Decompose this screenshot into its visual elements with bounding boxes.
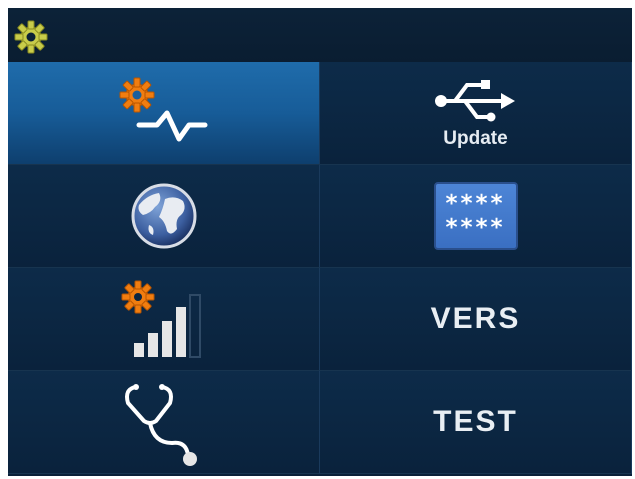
menu-item-signal-settings[interactable] (8, 268, 320, 371)
menu-item-password[interactable]: **** **** (320, 165, 632, 268)
gear-icon[interactable] (14, 20, 48, 54)
menu-item-diagnostics[interactable] (8, 371, 320, 474)
stethoscope-icon (124, 384, 197, 466)
menu-item-network[interactable] (8, 165, 320, 268)
gear-signal-bars-icon (121, 280, 201, 358)
menu-grid: Update **** **** VERS TEST (8, 62, 632, 476)
menu-item-update[interactable]: Update (320, 62, 632, 165)
menu-item-sensor-settings[interactable] (8, 62, 320, 165)
gear-signal-icon (119, 77, 207, 142)
usb-icon (434, 80, 515, 122)
device-screen: Update **** **** VERS TEST (8, 8, 632, 476)
menu-item-test[interactable]: TEST (320, 371, 632, 474)
password-row: **** (445, 215, 506, 241)
menu-item-version[interactable]: VERS (320, 268, 632, 371)
globe-icon (131, 183, 196, 249)
top-bar (8, 8, 632, 62)
update-label: Update (443, 128, 508, 149)
version-label: VERS (430, 302, 521, 335)
password-icon: **** **** (433, 182, 518, 250)
test-label: TEST (433, 405, 518, 438)
password-row: **** (445, 191, 506, 217)
